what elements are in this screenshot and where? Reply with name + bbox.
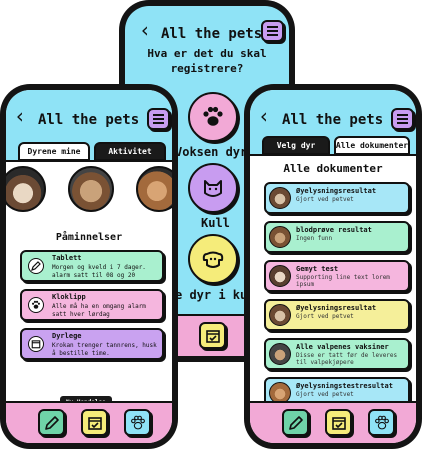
pet-avatar	[269, 226, 291, 248]
pencil-icon	[44, 415, 59, 430]
back-icon[interactable]: ‹	[14, 106, 26, 126]
document-title: Gemyt test	[296, 265, 339, 273]
back-icon[interactable]: ‹	[139, 20, 151, 40]
document-title: Øyelysningsresultat	[296, 187, 377, 195]
document-subtitle: Disse er tatt før de leveres til valpekj…	[296, 352, 398, 366]
reminder-subtitle: Morgen og kveld i 7 dager. alarm satt ti…	[52, 264, 146, 279]
paw-icon	[130, 415, 145, 429]
register-litter-label: Kull	[201, 216, 230, 230]
footer-bar	[250, 401, 416, 443]
pet-avatar[interactable]	[136, 166, 172, 212]
calendar-icon	[87, 416, 102, 430]
cat-icon	[204, 180, 222, 197]
tab-activity[interactable]: Aktivitet	[94, 142, 166, 161]
tab-my-pets[interactable]: Dyrene mine	[18, 142, 90, 161]
pet-avatar[interactable]	[6, 166, 46, 212]
document-subtitle: Gjort ved petvet	[296, 313, 354, 320]
documents-title: Alle dokumenter	[283, 162, 383, 175]
header: ‹ All the pets Dyrene mine Aktivitet	[6, 90, 172, 162]
edit-button[interactable]	[38, 409, 65, 436]
document-card[interactable]: Øyelysningsresultat Gjort ved petvet	[264, 182, 410, 214]
phone-documents: ‹ All the pets Velg dyr Alle dokumenter …	[244, 84, 422, 449]
dog-icon	[202, 251, 224, 268]
calendar-button[interactable]	[199, 322, 226, 349]
register-question: Hva er det du skal registrere?	[147, 47, 267, 75]
document-title: Øyelysningsresultat	[296, 304, 377, 312]
reminder-card[interactable]: Kloklipp Alle må ha en omgang alarm satt…	[20, 289, 164, 321]
register-adult-button[interactable]	[188, 92, 238, 142]
menu-button[interactable]	[391, 108, 414, 130]
document-card[interactable]: Øyelysningsresultat Gjort ved petvet	[264, 299, 410, 331]
register-litter-animal-label: e dyr i ku	[175, 288, 248, 302]
reminder-subtitle: Krokan trenger tannrens, husk å bestille…	[52, 342, 157, 357]
document-card[interactable]: Alle valpenes vaksiner Disse er tatt før…	[264, 338, 410, 370]
back-icon[interactable]: ‹	[258, 106, 270, 126]
reminder-title: Dyrlege	[52, 332, 82, 340]
calendar-icon	[205, 329, 220, 343]
register-litter-button[interactable]	[188, 163, 238, 213]
paw-icon	[28, 297, 44, 313]
document-subtitle: Ingen funn	[296, 235, 333, 242]
pencil-icon	[28, 258, 44, 274]
pet-avatar[interactable]	[68, 166, 114, 212]
pet-avatar	[269, 187, 291, 209]
phone-my-pets: ‹ All the pets Dyrene mine Aktivitet Påm…	[0, 84, 178, 449]
menu-button[interactable]	[147, 108, 170, 130]
pencil-icon	[288, 415, 303, 430]
reminder-card[interactable]: Dyrlege Krokan trenger tannrens, husk å …	[20, 328, 164, 360]
document-card[interactable]: Gemyt test Supporting line text lorem ip…	[264, 260, 410, 292]
register-litter-animal-button[interactable]	[188, 234, 238, 284]
header: ‹ All the pets Velg dyr Alle dokumenter	[250, 90, 416, 156]
app-title: All the pets	[161, 26, 263, 42]
document-title: blodprøve resultat	[296, 226, 372, 234]
document-card[interactable]: blodprøve resultat Ingen funn	[264, 221, 410, 253]
app-title: All the pets	[38, 112, 140, 128]
app-title: All the pets	[282, 112, 384, 128]
pet-avatar	[269, 343, 291, 365]
paw-icon	[374, 415, 389, 429]
calendar-icon	[331, 416, 346, 430]
pet-avatar	[269, 265, 291, 287]
pets-button[interactable]	[368, 409, 395, 436]
my-pets-screen: ‹ All the pets Dyrene mine Aktivitet Påm…	[6, 90, 172, 443]
footer-bar	[6, 401, 172, 443]
reminder-subtitle: Alle må ha en omgang alarm satt hver lør…	[52, 303, 146, 318]
pets-button[interactable]	[124, 409, 151, 436]
reminder-title: Kloklipp	[52, 293, 86, 301]
document-subtitle: Gjort ved petvet	[296, 196, 354, 203]
calendar-button[interactable]	[325, 409, 352, 436]
documents-screen: ‹ All the pets Velg dyr Alle dokumenter …	[250, 90, 416, 443]
reminder-title: Tablett	[52, 254, 82, 262]
document-subtitle: Gjort ved petvet	[296, 391, 354, 398]
paw-icon	[203, 106, 223, 126]
menu-button[interactable]	[261, 20, 284, 42]
tab-choose-pet[interactable]: Velg dyr	[262, 136, 330, 155]
document-title: Øyelysningstestresultat	[296, 382, 393, 390]
register-adult-label: Voksen dyr	[175, 145, 248, 159]
calendar-icon	[28, 336, 44, 352]
reminder-card[interactable]: Tablett Morgen og kveld i 7 dager. alarm…	[20, 250, 164, 282]
document-title: Alle valpenes vaksiner	[296, 343, 389, 351]
pet-avatar	[269, 304, 291, 326]
tab-all-documents[interactable]: Alle dokumenter	[334, 136, 410, 155]
calendar-button[interactable]	[81, 409, 108, 436]
reminders-title: Påminnelser	[55, 232, 123, 243]
edit-button[interactable]	[282, 409, 309, 436]
document-subtitle: Supporting line text lorem ipsum	[296, 274, 390, 288]
